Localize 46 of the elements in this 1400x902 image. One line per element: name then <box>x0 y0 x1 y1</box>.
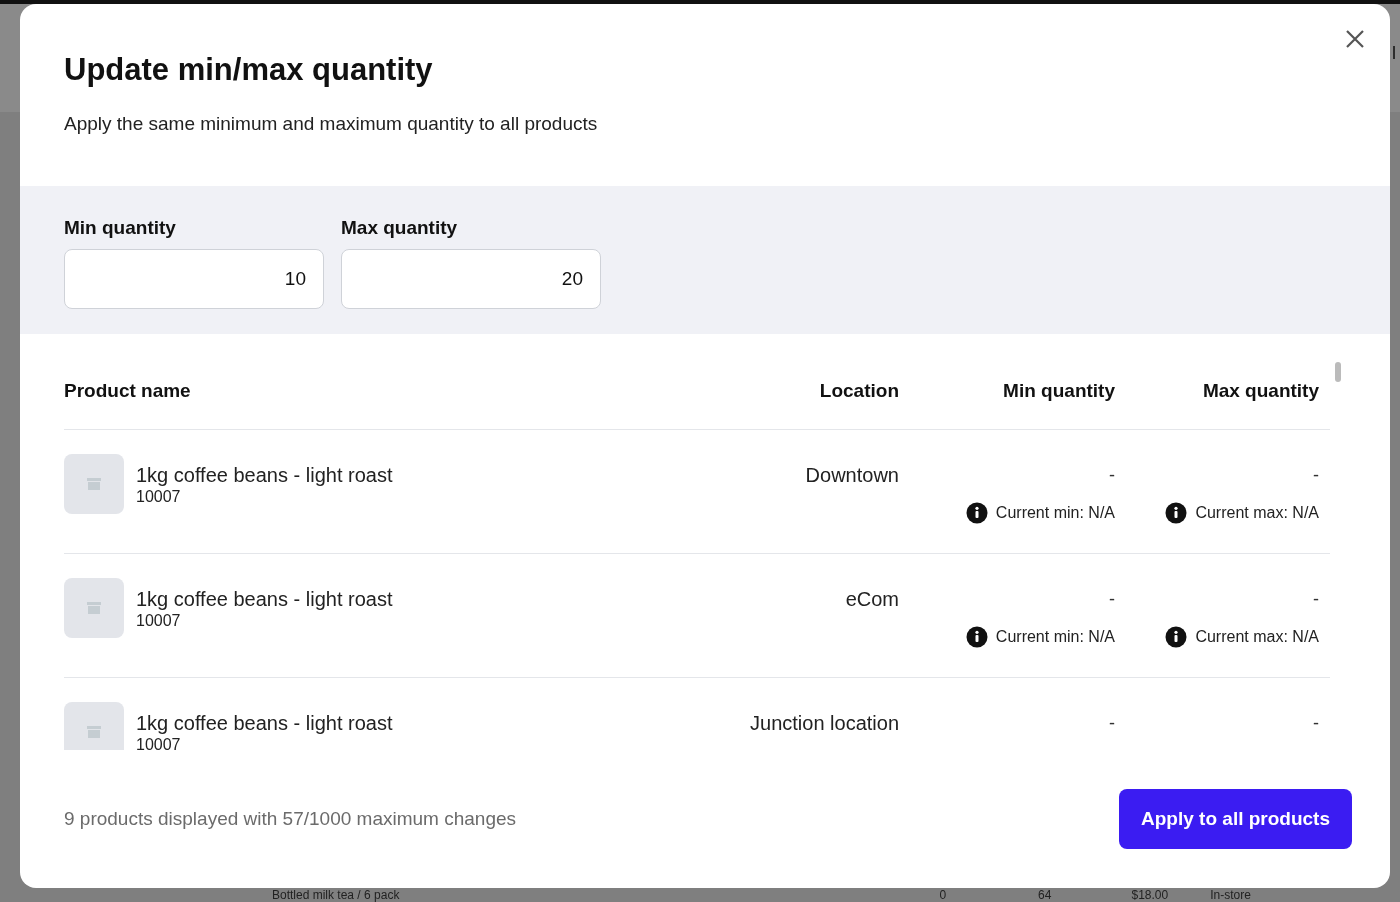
min-quantity-cell-text: - <box>1109 712 1115 735</box>
apply-button[interactable]: Apply to all products <box>1119 789 1352 849</box>
close-icon <box>1345 29 1365 49</box>
info-icon <box>965 502 988 524</box>
min-quantity-cell-text: - <box>1109 588 1115 611</box>
product-name: 1kg coffee beans - light roast <box>136 587 393 611</box>
column-header: Location <box>818 378 899 403</box>
field-label: Max quantity <box>341 216 459 240</box>
box-icon <box>87 726 101 738</box>
product-sku: 10007 <box>136 611 182 631</box>
box-icon <box>87 602 101 614</box>
location-cell-text: eCom <box>844 587 899 611</box>
info-icon <box>1165 502 1188 524</box>
product-name: Bottled milk tea / 6 pack <box>272 888 400 902</box>
quantity-input[interactable]: 10 <box>64 249 324 309</box>
field-label: Min quantity <box>64 216 177 240</box>
column-header: Min quantity <box>1002 378 1115 403</box>
current-min-text: Current min: N/A <box>995 503 1115 523</box>
info-icon <box>1165 626 1188 648</box>
current-max-text: Current max: N/A <box>1195 627 1319 647</box>
location-cell-text: Junction location <box>749 711 899 735</box>
column-header: Product name <box>64 378 192 403</box>
max-quantity-cell-text: - <box>1313 588 1319 611</box>
product-name: 1kg coffee beans - light roast <box>136 463 393 487</box>
max-quantity-cell-text: - <box>1313 712 1319 735</box>
quantity-input[interactable]: 20 <box>341 249 601 309</box>
footer-summary: 9 products displayed with 57/1000 maximum changes <box>64 806 517 831</box>
product-sku: 10007 <box>136 487 182 507</box>
info-icon <box>965 626 988 648</box>
max-quantity-cell-text: - <box>1313 464 1319 487</box>
scrollbar-thumb[interactable] <box>1335 362 1341 382</box>
table-cell: 64 <box>1038 888 1052 902</box>
table-cell: $18.00 <box>1131 888 1169 902</box>
current-max-text: Current max: N/A <box>1195 503 1319 523</box>
table-cell: 0 <box>939 888 947 902</box>
column-header: Max quantity <box>1201 378 1320 403</box>
dialog-subtitle: Apply the same minimum and maximum quantity to all products <box>64 112 599 136</box>
product-name: 1kg coffee beans - light roast <box>136 711 393 735</box>
min-quantity-cell-text: - <box>1109 464 1115 487</box>
box-icon <box>87 478 101 490</box>
table-cell: In-store <box>1210 888 1251 902</box>
page-header-text: l <box>1392 42 1397 65</box>
product-sku: 10007 <box>136 735 182 750</box>
location-cell-text: Downtown <box>804 463 899 487</box>
current-min-text: Current min: N/A <box>995 627 1115 647</box>
dialog-title: Update min/max quantity <box>64 51 434 89</box>
